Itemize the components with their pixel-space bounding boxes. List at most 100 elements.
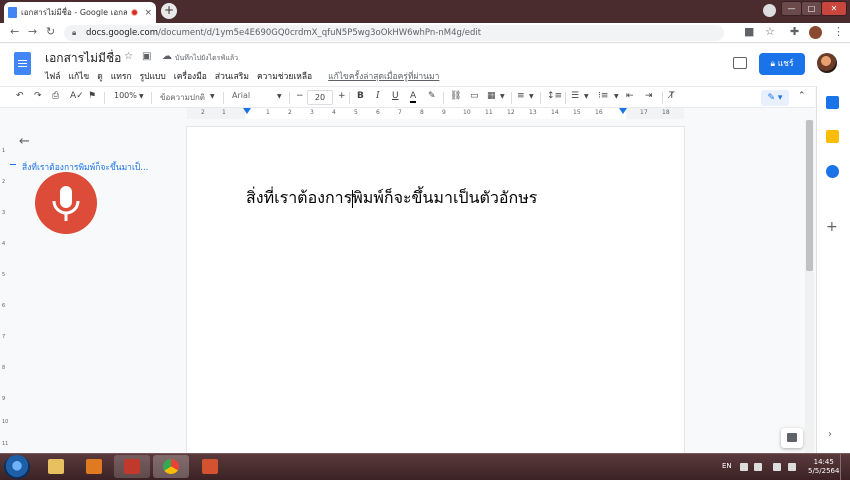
expand-icon[interactable]: › (828, 429, 832, 440)
tray-network-icon[interactable] (773, 463, 781, 471)
ruler-number: 12 (507, 109, 515, 116)
browser-tab[interactable]: เอกสารไม่มีชื่อ - Google เอกส × (4, 2, 156, 23)
snipping-icon[interactable] (114, 455, 150, 478)
extensions-icon[interactable]: ✚ (790, 25, 799, 38)
show-desktop-button[interactable] (840, 454, 850, 480)
font-select[interactable]: Arial (232, 91, 250, 100)
microphone-icon (52, 186, 80, 221)
menu-addons[interactable]: ส่วนเสริม (215, 69, 249, 83)
tab-search-icon[interactable] (763, 4, 776, 17)
bookmark-star-icon[interactable]: ☆ (765, 25, 775, 38)
menu-file[interactable]: ไฟล์ (45, 69, 61, 83)
increase-font-size-icon[interactable]: + (338, 91, 346, 101)
tasks-icon[interactable] (826, 165, 839, 178)
bulleted-list-icon[interactable]: ⁝≡ (598, 91, 608, 101)
outline-marker (10, 164, 16, 165)
cloud-saved-icon: ☁ (162, 51, 172, 62)
explorer-icon[interactable] (38, 455, 74, 478)
close-window-button[interactable]: ✕ (821, 1, 847, 16)
keep-icon[interactable] (826, 130, 839, 143)
editing-mode-button[interactable]: ✎ ▾ (761, 90, 789, 106)
ruler-number: 5 (2, 272, 6, 278)
decrease-font-size-icon[interactable]: − (296, 91, 304, 101)
line-spacing-icon[interactable]: ↕≡ (547, 91, 562, 101)
highlight-icon[interactable]: ✎ (428, 91, 436, 101)
account-avatar[interactable] (817, 53, 837, 73)
document-page[interactable]: สิ่งที่เราต้องการพิมพ์ก็จะขึ้นมาเป็นตัวอ… (187, 127, 684, 453)
zoom-select[interactable]: 100% (114, 91, 137, 100)
font-size-input[interactable]: 20 (307, 90, 333, 105)
collapse-menu-icon[interactable]: ⌃ (798, 91, 806, 101)
horizontal-ruler[interactable]: 2 1 1 2 3 4 5 6 7 8 9 10 11 12 13 14 15 … (187, 108, 684, 119)
input-language[interactable]: EN (722, 462, 732, 470)
tab-close-icon[interactable]: × (144, 8, 152, 18)
share-button[interactable]: 🔒︎ แชร์ (759, 53, 805, 75)
maximize-button[interactable]: □ (801, 1, 822, 16)
italic-button[interactable]: I (376, 91, 380, 101)
forward-icon[interactable]: → (28, 25, 37, 38)
start-button[interactable] (4, 455, 30, 479)
undo-icon[interactable]: ↶ (16, 91, 24, 101)
taskbar-clock[interactable]: 14:45 5/5/2564 (808, 458, 839, 476)
indent-icon[interactable]: ⇥ (645, 91, 653, 101)
voice-typing-button[interactable] (35, 172, 97, 234)
paint-format-icon[interactable]: ⚑ (88, 91, 96, 101)
calendar-icon[interactable] (826, 96, 839, 109)
chrome-icon[interactable] (153, 455, 189, 478)
docs-logo-icon[interactable] (14, 52, 31, 75)
presentation-icon[interactable] (192, 455, 228, 478)
profile-avatar[interactable] (809, 26, 822, 39)
numbered-list-icon[interactable]: ⇤ (626, 91, 634, 101)
menu-edit[interactable]: แก้ไข (69, 69, 90, 83)
link-icon[interactable]: ⛓ (450, 91, 461, 101)
tray-flag-icon[interactable] (754, 463, 762, 471)
comment-history-icon[interactable] (733, 57, 747, 69)
document-body-text[interactable]: สิ่งที่เราต้องการพิมพ์ก็จะขึ้นมาเป็นตัวอ… (246, 186, 537, 211)
menu-help[interactable]: ความช่วยเหลือ (257, 69, 312, 83)
tray-volume-icon[interactable] (788, 463, 796, 471)
align-icon[interactable]: ≡ (517, 91, 525, 101)
left-indent-marker[interactable] (243, 108, 251, 114)
style-select[interactable]: ข้อความปกติ (160, 91, 205, 104)
menu-format[interactable]: รูปแบบ (140, 69, 166, 83)
ruler-number: 18 (662, 109, 670, 116)
tray-keyboard-icon[interactable] (740, 463, 748, 471)
chevron-down-icon: ▼ (277, 93, 282, 100)
last-edit-link[interactable]: แก้ไขครั้งล่าสุดเมื่อครู่ที่ผ่านมา (328, 69, 439, 83)
scrollbar-thumb[interactable] (806, 120, 813, 271)
menu-insert[interactable]: แทรก (111, 69, 132, 83)
back-icon[interactable]: ← (10, 25, 19, 38)
right-indent-marker[interactable] (619, 108, 627, 114)
spellcheck-icon[interactable]: A✓ (70, 91, 84, 101)
print-icon[interactable]: ⎙ (52, 91, 59, 101)
divider (151, 92, 152, 104)
redo-icon[interactable]: ↷ (34, 91, 42, 101)
add-icon[interactable]: + (826, 219, 838, 235)
checklist-icon[interactable]: ☰ (571, 91, 579, 101)
menu-view[interactable]: ดู (97, 69, 103, 83)
ruler-number: 10 (2, 419, 9, 425)
arrow-left-icon[interactable]: ← (19, 134, 30, 149)
menu-tools[interactable]: เครื่องมือ (174, 69, 207, 83)
star-icon[interactable]: ☆ (124, 51, 133, 62)
new-tab-button[interactable]: + (161, 3, 177, 19)
ruler-number: 4 (332, 109, 336, 116)
ruler-number: 3 (2, 210, 6, 216)
explore-button[interactable] (781, 428, 803, 448)
address-bar[interactable]: 🔒︎ docs.google.com/document/d/1ym5e4E690… (64, 25, 724, 41)
text-color-button[interactable]: A (410, 91, 417, 103)
add-comment-icon[interactable]: ▭ (470, 91, 479, 101)
move-folder-icon[interactable]: ▣ (142, 51, 151, 62)
underline-button[interactable]: U (392, 91, 399, 101)
minimize-button[interactable]: — (781, 1, 802, 16)
camera-icon[interactable]: ■ (744, 25, 754, 38)
media-player-icon[interactable] (76, 455, 112, 478)
menu-icon[interactable]: ⋮ (833, 25, 844, 38)
document-title[interactable]: เอกสารไม่มีชื่อ (45, 49, 121, 68)
chevron-down-icon: ▼ (529, 93, 534, 100)
reload-icon[interactable]: ↻ (46, 25, 55, 38)
bold-button[interactable]: B (357, 91, 364, 101)
insert-image-icon[interactable]: ▦ (487, 91, 496, 101)
clear-formatting-button[interactable]: T̸ (669, 91, 675, 101)
divider (662, 92, 663, 104)
